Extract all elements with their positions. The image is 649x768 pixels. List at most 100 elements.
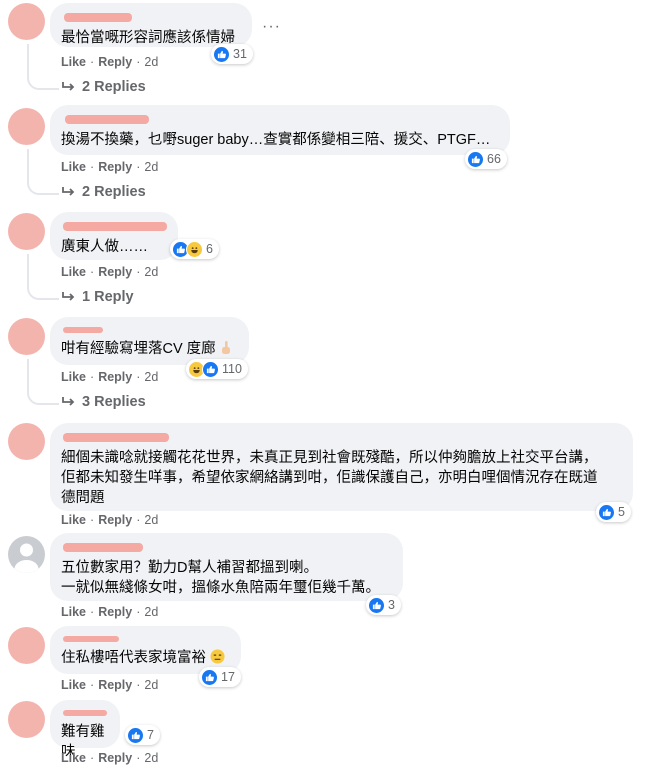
avatar[interactable] — [8, 627, 45, 664]
view-replies-button[interactable]: 2 Replies — [62, 184, 146, 200]
reaction-count: 31 — [233, 47, 247, 61]
reply-arrow-icon — [62, 82, 75, 91]
avatar[interactable] — [8, 318, 45, 355]
timestamp[interactable]: 2d — [144, 513, 158, 527]
comment-actions: Like · Reply · 2d — [61, 678, 159, 692]
comment-text: 細個未識唸就接觸花花世界，未真正見到社會既殘酷，所以仲夠膽放上社交平台講， 佢都… — [61, 450, 598, 506]
comment-actions: Like · Reply · 2d — [61, 265, 159, 279]
more-options-icon[interactable]: ··· — [262, 18, 281, 36]
reactions-badge[interactable]: 17 — [199, 667, 241, 687]
reply-arrow-icon — [62, 292, 75, 301]
reply-link[interactable]: Reply — [98, 55, 132, 69]
timestamp[interactable]: 2d — [144, 605, 158, 619]
comment-text: 五位數家用？勤力D幫人補習都搵到喇。 一就似無綫條女咁，搵條水魚陪兩年璽佢幾千萬… — [61, 560, 380, 596]
comment-text: 咁有經驗寫埋落CV 度廊 — [61, 339, 237, 359]
reactions-badge[interactable]: 3 — [366, 595, 401, 615]
thread-connector — [27, 44, 59, 90]
avatar[interactable] — [8, 423, 45, 460]
timestamp[interactable]: 2d — [144, 370, 158, 384]
comment-actions: Like · Reply · 2d — [61, 513, 159, 527]
thread-connector — [27, 149, 59, 195]
comment-actions: Like · Reply · 2d — [61, 370, 159, 384]
timestamp[interactable]: 2d — [144, 265, 158, 279]
comment-bubble: 五位數家用？勤力D幫人補習都搵到喇。 一就似無綫條女咁，搵條水魚陪兩年璽佢幾千萬… — [50, 533, 403, 601]
like-link[interactable]: Like — [61, 751, 86, 765]
reply-arrow-icon — [62, 187, 75, 196]
like-link[interactable]: Like — [61, 678, 86, 692]
timestamp[interactable]: 2d — [144, 160, 158, 174]
timestamp[interactable]: 2d — [144, 678, 158, 692]
comment-bubble: 廣東人做…… — [50, 212, 178, 260]
comment-actions: Like · Reply · 2d — [61, 55, 159, 69]
commenter-name-redacted[interactable] — [63, 543, 143, 552]
like-reaction-icon — [368, 596, 385, 614]
middle-finger-emoji-icon — [221, 341, 230, 354]
avatar[interactable] — [8, 213, 45, 250]
commenter-name-redacted[interactable] — [65, 115, 149, 124]
comment-actions: Like · Reply · 2d — [61, 751, 159, 765]
like-link[interactable]: Like — [61, 160, 86, 174]
reaction-count: 66 — [487, 152, 501, 166]
commenter-name-redacted[interactable] — [63, 327, 103, 333]
like-reaction-icon — [213, 45, 230, 63]
like-reaction-icon — [202, 360, 219, 378]
reactions-badge[interactable]: 5 — [596, 502, 631, 522]
commenter-name-redacted[interactable] — [64, 13, 132, 22]
reply-link[interactable]: Reply — [98, 513, 132, 527]
like-link[interactable]: Like — [61, 605, 86, 619]
reply-link[interactable]: Reply — [98, 605, 132, 619]
reply-link[interactable]: Reply — [98, 678, 132, 692]
like-reaction-icon — [201, 668, 218, 686]
timestamp[interactable]: 2d — [144, 55, 158, 69]
thread-connector — [27, 254, 59, 300]
like-reaction-icon — [467, 150, 484, 168]
reactions-badge[interactable]: 31 — [211, 44, 253, 64]
avatar[interactable] — [8, 701, 45, 738]
like-link[interactable]: Like — [61, 370, 86, 384]
default-avatar-icon[interactable] — [8, 536, 45, 573]
commenter-name-redacted[interactable] — [63, 433, 169, 442]
reactions-badge[interactable]: 7 — [125, 725, 160, 745]
view-replies-button[interactable]: 1 Reply — [62, 289, 134, 305]
avatar[interactable] — [8, 3, 45, 40]
like-link[interactable]: Like — [61, 55, 86, 69]
reply-link[interactable]: Reply — [98, 370, 132, 384]
comment-bubble: 難有雞味 — [50, 700, 120, 760]
reply-link[interactable]: Reply — [98, 265, 132, 279]
avatar[interactable] — [8, 108, 45, 145]
comment-text: 住私樓唔代表家境富裕 — [61, 648, 229, 668]
reply-link[interactable]: Reply — [98, 751, 132, 765]
expressionless-emoji-icon — [210, 649, 225, 664]
reactions-badge[interactable]: 66 — [465, 149, 507, 169]
reaction-count: 7 — [147, 728, 154, 742]
reaction-count: 6 — [206, 242, 213, 256]
comment-bubble: 換湯不換藥，乜嘢suger baby…查實都係變相三陪、援交、PTGF… — [50, 105, 510, 155]
reactions-badge[interactable]: 110 — [186, 359, 248, 379]
comment-bubble: 細個未識唸就接觸花花世界，未真正見到社會既殘酷，所以仲夠膽放上社交平台講， 佢都… — [50, 423, 633, 511]
thread-connector — [27, 359, 59, 405]
comment-actions: Like · Reply · 2d — [61, 160, 159, 174]
commenter-name-redacted[interactable] — [63, 222, 167, 231]
commenter-name-redacted[interactable] — [63, 710, 107, 716]
reaction-count: 110 — [222, 362, 242, 376]
comment-bubble: 咁有經驗寫埋落CV 度廊 — [50, 317, 249, 365]
view-replies-button[interactable]: 2 Replies — [62, 79, 146, 95]
comment-text: 換湯不換藥，乜嘢suger baby…查實都係變相三陪、援交、PTGF… — [61, 132, 491, 148]
like-link[interactable]: Like — [61, 513, 86, 527]
reaction-count: 17 — [221, 670, 235, 684]
haha-reaction-icon — [186, 240, 203, 258]
like-link[interactable]: Like — [61, 265, 86, 279]
comment-actions: Like · Reply · 2d — [61, 605, 159, 619]
comment-bubble: 最恰當嘅形容詞應該係情婦 — [50, 3, 252, 47]
reactions-badge[interactable]: 6 — [170, 239, 219, 259]
view-replies-button[interactable]: 3 Replies — [62, 394, 146, 410]
reaction-count: 5 — [618, 505, 625, 519]
reaction-count: 3 — [388, 598, 395, 612]
reply-link[interactable]: Reply — [98, 160, 132, 174]
reply-arrow-icon — [62, 397, 75, 406]
like-reaction-icon — [127, 726, 144, 744]
like-reaction-icon — [598, 503, 615, 521]
comment-text: 廣東人做…… — [61, 239, 148, 255]
timestamp[interactable]: 2d — [144, 751, 158, 765]
commenter-name-redacted[interactable] — [63, 636, 119, 642]
